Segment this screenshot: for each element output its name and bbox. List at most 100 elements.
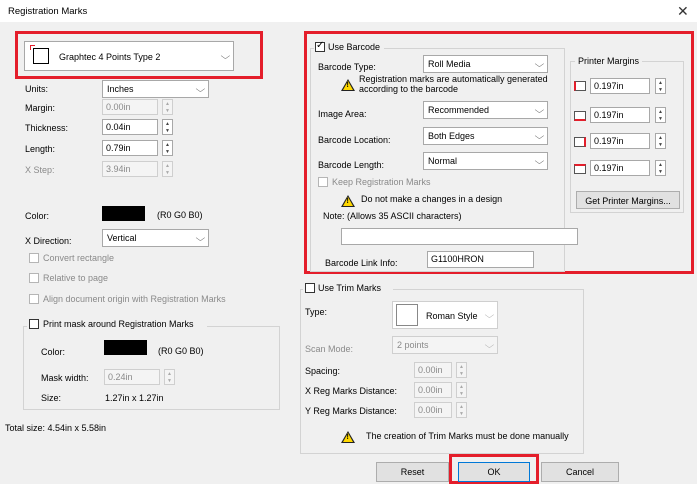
mask-width-input[interactable]: 0.24in [104, 369, 160, 385]
margin-spinner[interactable]: ▲ ▼ [162, 99, 173, 115]
chevron-down-icon: ⌵ [534, 59, 545, 69]
spacing-spinner[interactable]: ▲ ▼ [456, 362, 467, 378]
xdirection-label: X Direction: [25, 236, 72, 246]
yreg-distance-input[interactable]: 0.00in [414, 402, 452, 418]
barcode-length-label: Barcode Length: [318, 160, 385, 170]
xreg-distance-spinner[interactable]: ▲ ▼ [456, 382, 467, 398]
relative-to-page-checkbox[interactable] [29, 273, 39, 283]
margin-top-icon [574, 164, 586, 174]
margin-top-spinner[interactable]: ▲ ▼ [655, 160, 666, 176]
size-value: 1.27in x 1.27in [105, 393, 164, 403]
length-input[interactable]: 0.79in [102, 140, 158, 156]
note-input[interactable] [341, 228, 578, 245]
barcode-location-label: Barcode Location: [318, 135, 391, 145]
xstep-input[interactable]: 3.94in [102, 161, 158, 177]
image-area-label: Image Area: [318, 109, 367, 119]
thickness-label: Thickness: [25, 123, 69, 133]
title-bar [0, 0, 697, 22]
total-size: Total size: 4.54in x 5.58in [5, 423, 107, 433]
color-label: Color: [25, 211, 50, 221]
barcode-info-line2: according to the barcode [359, 84, 459, 94]
cancel-button[interactable]: Cancel [541, 462, 619, 482]
xdirection-value: Vertical [107, 233, 137, 243]
mask-width-spinner[interactable]: ▲ ▼ [164, 369, 175, 385]
reset-button[interactable]: Reset [376, 462, 449, 482]
units-label: Units: [25, 84, 49, 94]
use-trim-marks-checkbox[interactable] [305, 283, 315, 293]
barcode-location-select[interactable]: Both Edges ⌵ [423, 127, 548, 145]
barcode-link-input[interactable]: G1100HRON [427, 251, 534, 268]
print-mask-checkbox[interactable] [29, 319, 39, 329]
trim-type-label: Type: [305, 307, 328, 317]
close-icon[interactable]: ✕ [677, 3, 689, 20]
mask-width-label: Mask width: [41, 373, 89, 383]
image-area-select[interactable]: Recommended ⌵ [423, 101, 548, 119]
barcode-warning-text: Do not make a changes in a design [361, 194, 503, 204]
chevron-down-icon: ⌵ [534, 105, 545, 115]
size-label: Size: [41, 393, 62, 403]
chevron-down-icon: ⌵ [534, 156, 545, 166]
warning-icon: ! [341, 195, 355, 207]
barcode-info-line1: Registration marks are automatically gen… [359, 74, 548, 84]
barcode-type-label: Barcode Type: [318, 62, 376, 72]
margin-left-input[interactable]: 0.197in [590, 78, 650, 94]
margin-bottom-icon [574, 111, 586, 121]
use-barcode-checkbox[interactable]: ✓ [315, 40, 325, 52]
scan-mode-select[interactable]: 2 points ⌵ [392, 336, 498, 354]
barcode-length-select[interactable]: Normal ⌵ [423, 152, 548, 170]
units-select[interactable]: Inches ⌵ [102, 80, 209, 98]
color-swatch[interactable] [102, 206, 145, 221]
chevron-down-icon: ⌵ [195, 233, 206, 243]
spacing-input[interactable]: 0.00in [414, 362, 452, 378]
warning-icon: ! [341, 79, 355, 91]
keep-reg-marks-checkbox[interactable] [318, 177, 328, 187]
trim-type-value: Roman Style [426, 311, 478, 321]
margin-left-icon [574, 81, 586, 91]
thickness-input[interactable]: 0.04in [102, 119, 158, 135]
image-area-value: Recommended [428, 105, 490, 115]
chevron-down-icon: ⌵ [534, 131, 545, 141]
barcode-type-select[interactable]: Roll Media ⌵ [423, 55, 548, 73]
align-origin-checkbox[interactable] [29, 294, 39, 304]
chevron-down-icon: ⌵ [220, 51, 231, 61]
xreg-distance-label: X Reg Marks Distance: [305, 386, 398, 396]
mask-color-label: Color: [41, 347, 66, 357]
chevron-down-icon: ⌵ [195, 84, 206, 94]
registration-mark-icon [30, 45, 49, 64]
mark-type-select[interactable]: Graphtec 4 Points Type 2 ⌵ [24, 41, 234, 71]
barcode-type-value: Roll Media [428, 59, 471, 69]
use-trim-marks-label: Use Trim Marks [318, 283, 381, 293]
relative-to-page-label: Relative to page [43, 273, 109, 283]
printer-margins-title: Printer Margins [575, 56, 643, 66]
ok-button[interactable]: OK [458, 462, 530, 482]
thickness-spinner[interactable]: ▲ ▼ [162, 119, 173, 135]
xreg-distance-input[interactable]: 0.00in [414, 382, 452, 398]
use-barcode-label: Use Barcode [328, 42, 381, 52]
scan-mode-label: Scan Mode: [305, 344, 354, 354]
margin-right-input[interactable]: 0.197in [590, 133, 650, 149]
margin-bottom-input[interactable]: 0.197in [590, 107, 650, 123]
units-value: Inches [107, 84, 134, 94]
get-printer-margins-button[interactable]: Get Printer Margins... [576, 191, 680, 209]
keep-reg-marks-label: Keep Registration Marks [332, 177, 431, 187]
warning-icon: ! [341, 431, 355, 443]
print-mask-label: Print mask around Registration Marks [43, 319, 194, 329]
trim-type-select[interactable]: Roman Style ⌵ [392, 301, 498, 329]
yreg-distance-spinner[interactable]: ▲ ▼ [456, 402, 467, 418]
trim-warning-text: The creation of Trim Marks must be done … [366, 431, 569, 441]
xdirection-select[interactable]: Vertical ⌵ [102, 229, 209, 247]
dialog-title: Registration Marks [8, 6, 88, 17]
barcode-location-value: Both Edges [428, 131, 475, 141]
margin-right-spinner[interactable]: ▲ ▼ [655, 133, 666, 149]
margin-label: Margin: [25, 103, 56, 113]
xstep-spinner[interactable]: ▲ ▼ [162, 161, 173, 177]
convert-rectangle-label: Convert rectangle [43, 253, 115, 263]
margin-left-spinner[interactable]: ▲ ▼ [655, 78, 666, 94]
mask-color-swatch[interactable] [104, 340, 147, 355]
margin-top-input[interactable]: 0.197in [590, 160, 650, 176]
length-spinner[interactable]: ▲ ▼ [162, 140, 173, 156]
convert-rectangle-checkbox[interactable] [29, 253, 39, 263]
margin-input[interactable]: 0.00in [102, 99, 158, 115]
note-label: Note: (Allows 35 ASCII characters) [323, 211, 462, 221]
margin-bottom-spinner[interactable]: ▲ ▼ [655, 107, 666, 123]
